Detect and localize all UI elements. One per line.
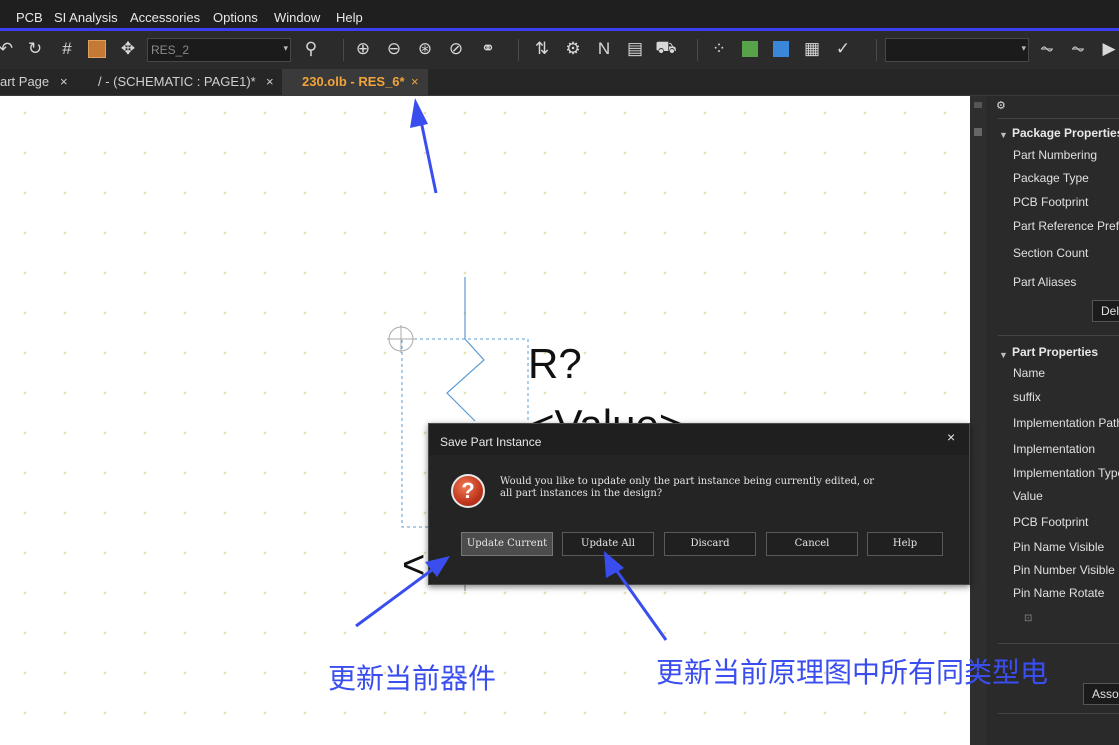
- prop-name[interactable]: Name: [1013, 366, 1045, 380]
- menu-help[interactable]: Help: [336, 10, 363, 25]
- part-properties-header[interactable]: Part Properties: [1012, 345, 1098, 359]
- tab-bar: art Page × / - (SCHEMATIC : PAGE1)* × 23…: [0, 69, 1119, 96]
- table-icon[interactable]: ▦: [800, 37, 824, 61]
- prop-implementation-path[interactable]: Implementation Path: [1013, 416, 1119, 430]
- zoom-out-icon[interactable]: ⊖: [382, 37, 406, 61]
- prop-pcb-footprint[interactable]: PCB Footprint: [1013, 195, 1088, 209]
- update-all-button[interactable]: Update All: [562, 532, 654, 556]
- schematic-drawing: [387, 277, 529, 591]
- dialog-title: Save Part Instance: [440, 435, 542, 449]
- update-current-button[interactable]: Update Current: [461, 532, 553, 556]
- snap-icon[interactable]: ✥: [116, 37, 140, 61]
- prop-implementation[interactable]: Implementation: [1013, 442, 1095, 456]
- collapse-icon[interactable]: ▼: [999, 350, 1008, 360]
- menu-pcb[interactable]: PCB: [16, 10, 43, 25]
- prop-pcb-footprint-2[interactable]: PCB Footprint: [1013, 515, 1088, 529]
- prop-implementation-type[interactable]: Implementation Type: [1013, 466, 1119, 480]
- run-icon[interactable]: ▶: [1097, 37, 1119, 61]
- dialog-body: ? Would you like to update only the part…: [429, 455, 969, 584]
- toolbar: ↶ ↻ # ✥ RES_2 ▾ ⚲ ⊕ ⊖ ⊛ ⊘ ⚭ ⇅ ⚙ N ▤ ⛟ ⁘ …: [0, 31, 1119, 69]
- prop-pin-name-rotate[interactable]: Pin Name Rotate: [1013, 586, 1104, 600]
- package-properties-header[interactable]: Package Properties: [1012, 126, 1119, 140]
- ref-designator: R?: [528, 340, 582, 387]
- prop-package-type[interactable]: Package Type: [1013, 171, 1089, 185]
- menu-window[interactable]: Window: [274, 10, 320, 25]
- help-button[interactable]: Help: [867, 532, 943, 556]
- prop-pin-number-visible[interactable]: Pin Number Visible: [1013, 563, 1115, 577]
- prop-part-numbering[interactable]: Part Numbering: [1013, 148, 1097, 162]
- part-combo[interactable]: RES_2 ▾: [147, 38, 291, 62]
- link-icon[interactable]: ⚭: [476, 37, 500, 61]
- netlist-icon[interactable]: ⚙: [561, 37, 585, 61]
- add-property-icon[interactable]: ⊡: [1024, 613, 1032, 624]
- menu-options[interactable]: Options: [213, 10, 258, 25]
- zoom-in-icon[interactable]: ⊕: [351, 37, 375, 61]
- prop-part-reference-prefix[interactable]: Part Reference Prefix: [1013, 219, 1119, 233]
- probe-minus-icon[interactable]: ⏦: [1066, 37, 1090, 61]
- close-icon[interactable]: ×: [947, 429, 955, 445]
- vertical-scrollbar[interactable]: [970, 96, 986, 745]
- zoom-all-icon[interactable]: ⊘: [444, 37, 468, 61]
- drc-icon[interactable]: N: [592, 37, 616, 61]
- zoom-icon[interactable]: ⚲: [299, 37, 323, 61]
- sync-icon[interactable]: [769, 37, 793, 61]
- associate-button[interactable]: Assoc: [1083, 683, 1119, 705]
- question-icon: ?: [451, 474, 485, 508]
- annotation-update-current: 更新当前器件: [328, 662, 497, 695]
- property-panel: ⚙ ▼ Package Properties Part Numbering Pa…: [986, 96, 1119, 745]
- chevron-down-icon: ▾: [283, 43, 288, 53]
- annotation-update-all: 更新当前原理图中所有同类型电: [656, 656, 1049, 689]
- schematic-canvas[interactable]: R? <Value> <: [0, 96, 970, 745]
- area-select-icon[interactable]: [85, 37, 109, 61]
- filter-combo[interactable]: ▾: [885, 38, 1029, 62]
- grid-icon[interactable]: #: [55, 37, 79, 61]
- prop-section-count[interactable]: Section Count: [1013, 246, 1088, 260]
- close-icon[interactable]: ×: [411, 74, 419, 89]
- tab-schematic[interactable]: / - (SCHEMATIC : PAGE1)*: [98, 69, 256, 96]
- zoom-area-icon[interactable]: ⊛: [413, 37, 437, 61]
- check-icon[interactable]: ✓: [831, 37, 855, 61]
- chevron-down-icon: ▾: [1021, 43, 1026, 53]
- package-icon[interactable]: [738, 37, 762, 61]
- undo-icon[interactable]: ↶: [0, 37, 18, 61]
- edit-properties-icon[interactable]: ⇅: [530, 37, 554, 61]
- report-icon[interactable]: ▤: [623, 37, 647, 61]
- prop-value[interactable]: Value: [1013, 489, 1043, 503]
- close-icon[interactable]: ×: [266, 74, 274, 89]
- menu-accessories[interactable]: Accessories: [130, 10, 200, 25]
- resistor-body: [446, 338, 485, 422]
- pin-array-icon[interactable]: ⁘: [707, 37, 731, 61]
- redo-icon[interactable]: ↻: [23, 37, 47, 61]
- probe-icon[interactable]: ⏦: [1035, 37, 1059, 61]
- delete-button[interactable]: Del: [1092, 300, 1119, 322]
- menu-bar: PCB SI Analysis Accessories Options Wind…: [0, 0, 1119, 31]
- pin-label: <: [402, 543, 426, 587]
- prop-part-aliases[interactable]: Part Aliases: [1013, 275, 1076, 289]
- prop-suffix[interactable]: suffix: [1013, 390, 1041, 404]
- settings-icon[interactable]: ⚙: [996, 99, 1006, 112]
- save-part-instance-dialog: Save Part Instance × ? Would you like to…: [428, 423, 970, 585]
- cancel-button[interactable]: Cancel: [766, 532, 858, 556]
- prop-pin-name-visible[interactable]: Pin Name Visible: [1013, 540, 1104, 554]
- dialog-message: Would you like to update only the part i…: [500, 476, 875, 499]
- tab-part-editor[interactable]: 230.olb - RES_6*: [282, 69, 428, 96]
- collapse-icon[interactable]: ▼: [999, 130, 1008, 140]
- menu-si-analysis[interactable]: SI Analysis: [54, 10, 118, 25]
- close-icon[interactable]: ×: [60, 74, 68, 89]
- cart-icon[interactable]: ⛟: [654, 37, 678, 61]
- discard-button[interactable]: Discard: [664, 532, 756, 556]
